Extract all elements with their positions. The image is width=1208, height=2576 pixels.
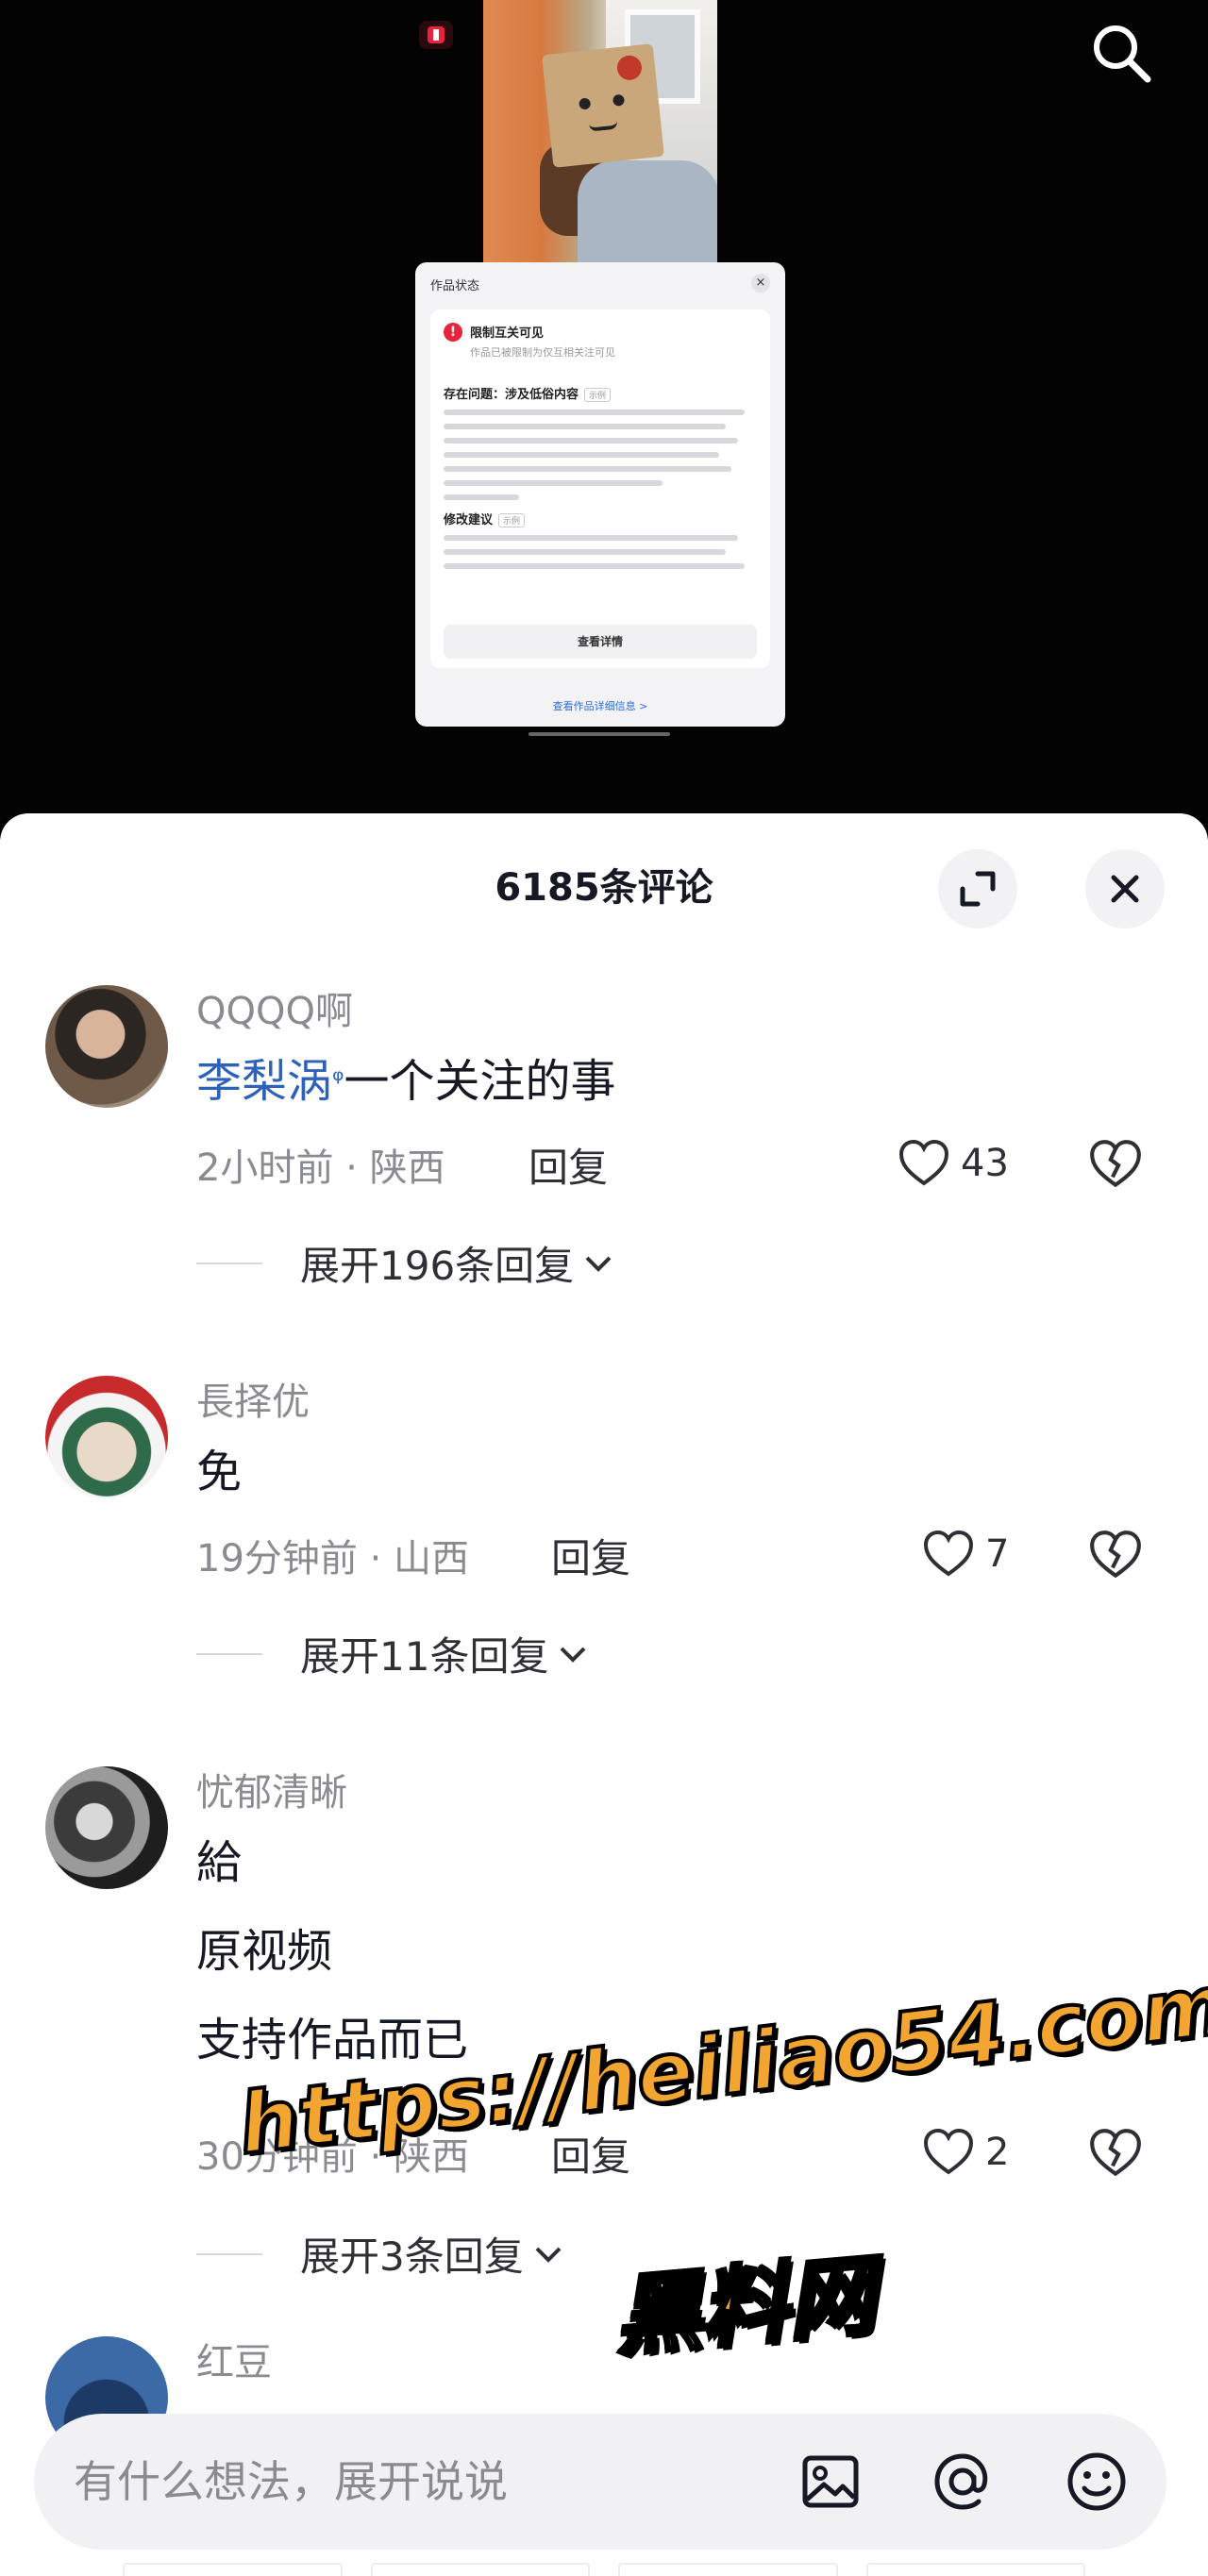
avatar[interactable] xyxy=(45,1766,168,1889)
broken-heart-icon xyxy=(1090,2129,1141,2177)
close-icon xyxy=(1111,875,1139,903)
comment-meta: 30分钟前 · 陕西 xyxy=(196,2135,470,2179)
close-sheet-button[interactable] xyxy=(1085,849,1165,928)
issue-text-blur xyxy=(444,410,757,500)
like-count: 2 xyxy=(985,2131,1010,2174)
expand-replies-button[interactable]: 展开3条回复 xyxy=(196,2225,567,2283)
heart-icon xyxy=(898,1139,949,1186)
comment-count-title: 6185条评论 xyxy=(495,866,713,910)
search-icon xyxy=(1094,25,1151,83)
expand-replies-button[interactable]: 展开196条回复 xyxy=(196,1234,617,1292)
like-count: 43 xyxy=(961,1142,1009,1185)
like-button[interactable]: 43 xyxy=(897,1136,1009,1191)
notice-title: 作品状态 xyxy=(430,279,480,293)
video-thumbnail xyxy=(483,0,717,262)
at-icon xyxy=(934,2453,988,2510)
mention-button[interactable] xyxy=(929,2448,997,2516)
dislike-button[interactable] xyxy=(1087,1527,1144,1583)
avatar[interactable] xyxy=(45,1376,168,1498)
video-player[interactable]: 作品状态 × ! 限制互关可见 作品已被限制为仅互相关注可见 存在问题：涉及低俗… xyxy=(0,0,1208,821)
expand-replies-button[interactable]: 展开11条回复 xyxy=(196,1625,592,1682)
image-button[interactable] xyxy=(797,2448,864,2516)
notice-close-icon[interactable]: × xyxy=(751,274,770,293)
like-count: 7 xyxy=(985,1532,1010,1576)
comment-text: 免 xyxy=(196,1446,243,1498)
reply-button[interactable]: 回复 xyxy=(551,2131,630,2183)
reply-button[interactable]: 回复 xyxy=(528,1142,608,1195)
comment-username[interactable]: 忧郁清晰 xyxy=(196,1766,347,1819)
expand-sheet-button[interactable] xyxy=(938,849,1017,928)
alert-title: 限制互关可见 xyxy=(470,326,545,341)
alert-subtitle: 作品已被限制为仅互相关注可见 xyxy=(470,346,615,359)
search-button[interactable] xyxy=(1082,13,1161,92)
chevron-down-icon xyxy=(535,2247,562,2263)
view-work-details-link[interactable]: 查看作品详细信息 > xyxy=(415,698,785,713)
alert-icon: ! xyxy=(444,323,462,342)
live-badge-icon[interactable] xyxy=(419,21,453,49)
comment-meta: 2小时前 · 陕西 xyxy=(196,1146,445,1190)
suggest-title: 修改建议 示例 xyxy=(444,510,757,527)
comment-text-line-1: 給 xyxy=(196,1836,243,1889)
reply-button[interactable]: 回复 xyxy=(551,1532,630,1585)
comment-text: 李梨涡ᵠ一个关注的事 xyxy=(196,1055,616,1108)
suggest-text-blur xyxy=(444,535,757,569)
issue-title: 存在问题：涉及低俗内容 示例 xyxy=(444,384,757,402)
mention-link[interactable]: 李梨涡 xyxy=(196,1055,332,1108)
notice-body: ! 限制互关可见 作品已被限制为仅互相关注可见 存在问题：涉及低俗内容 示例 修改… xyxy=(430,309,770,668)
dislike-button[interactable] xyxy=(1087,2125,1144,2182)
broken-heart-icon xyxy=(1090,1140,1141,1188)
view-details-button[interactable]: 查看详情 xyxy=(444,625,757,659)
comment-input-bar xyxy=(34,2414,1166,2550)
dislike-button[interactable] xyxy=(1087,1136,1144,1193)
mention-search-icon: ᵠ xyxy=(332,1064,344,1097)
expand-icon xyxy=(960,871,996,907)
emoji-button[interactable] xyxy=(1063,2448,1131,2516)
heart-icon xyxy=(923,1530,974,1577)
comment-meta: 19分钟前 · 山西 xyxy=(196,1537,470,1581)
comment-input[interactable] xyxy=(74,2414,734,2550)
chevron-down-icon xyxy=(585,1256,612,1272)
comments-sheet: 6185条评论 QQQQ啊 李梨涡ᵠ一个关注的事 2小时前 · 陕西 回复 43 xyxy=(0,813,1208,2576)
comment-username[interactable]: 红豆 xyxy=(196,2336,272,2389)
image-icon xyxy=(802,2455,859,2508)
like-button[interactable]: 7 xyxy=(921,1527,1009,1581)
paper-bag-mask-image xyxy=(542,43,664,168)
comment-username[interactable]: QQQQ啊 xyxy=(196,985,353,1038)
comment-username[interactable]: 長择优 xyxy=(196,1376,310,1429)
avatar[interactable] xyxy=(45,985,168,1108)
comments-header: 6185条评论 xyxy=(0,813,1208,953)
emoji-icon xyxy=(1067,2452,1126,2511)
heart-icon xyxy=(923,2128,974,2175)
comment-text-line-2: 原视频 xyxy=(196,1925,333,1978)
video-home-indicator xyxy=(528,732,670,736)
bottom-tab-strip xyxy=(123,2563,1085,2576)
chevron-down-icon xyxy=(561,1647,586,1663)
work-status-card: 作品状态 × ! 限制互关可见 作品已被限制为仅互相关注可见 存在问题：涉及低俗… xyxy=(415,262,785,727)
comment-text-line-3: 支持作品而已 xyxy=(196,2014,469,2066)
broken-heart-icon xyxy=(1090,1531,1141,1579)
like-button[interactable]: 2 xyxy=(921,2125,1009,2180)
